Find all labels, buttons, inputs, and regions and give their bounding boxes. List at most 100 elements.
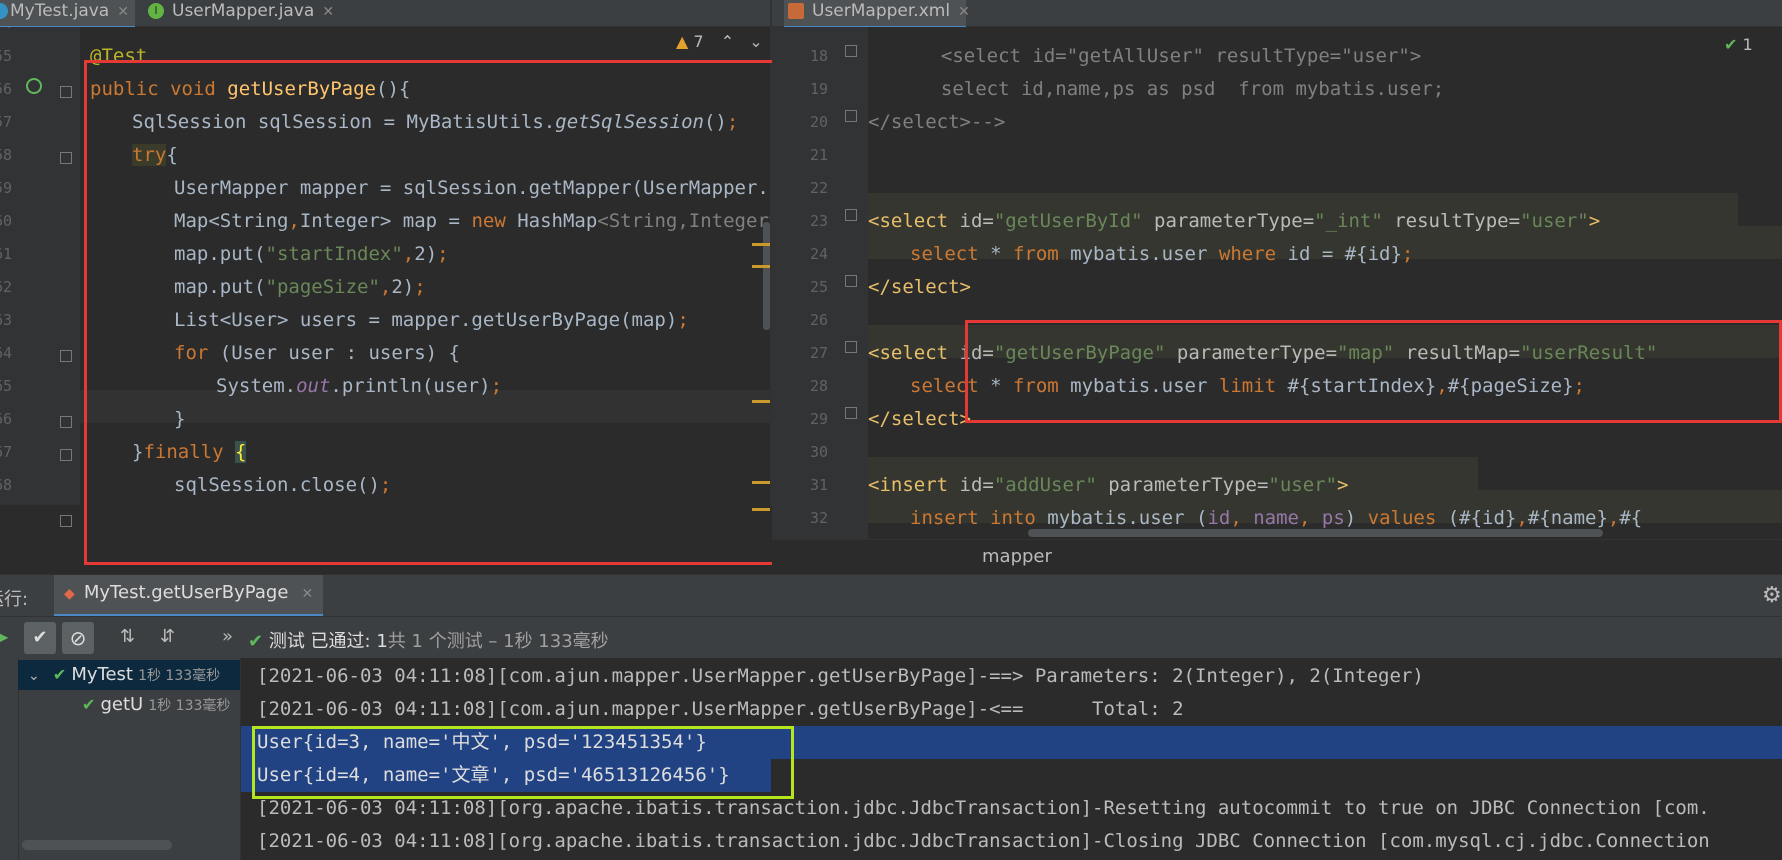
xml-line-18: <select id="getAllUser" resultType="user… [918,45,1422,67]
xml-line-29: </select> [868,408,971,430]
line-number: 32 [809,509,828,527]
fold-marker-icon[interactable] [60,416,72,428]
line-number: 26 [809,311,828,329]
line-number: 66 [0,410,12,428]
line-number: 23 [809,212,828,230]
line-number: 25 [809,278,828,296]
sort-alpha-icon[interactable]: ⇅ [120,626,135,647]
close-icon[interactable]: ✕ [958,4,970,20]
xml-line-24: select * from mybatis.user where id = #{… [910,243,1414,265]
interface-icon: I [148,3,164,19]
console-line: [2021-06-03 04:11:08][org.apache.ibatis.… [257,830,1710,852]
line-number: 55 [0,47,12,65]
passed-icon: ✔ [52,665,67,684]
checkmark-icon: ✔ [248,631,264,652]
tree-scrollbar[interactable] [22,840,172,850]
console-line: [2021-06-03 04:11:08][com.ajun.mapper.Us… [257,665,1424,687]
sort-duration-icon[interactable]: ⇵ [160,626,175,647]
line-number: 27 [809,344,828,362]
xml-line-23: <select id="getUserById" parameterType="… [868,210,1601,232]
passed-icon: ✔ [82,695,96,714]
line-number: 63 [0,311,12,329]
left-gutter: 5455565758596061626364656667686970 [0,27,80,505]
line-number: 64 [0,344,12,362]
tab-mytest-java[interactable]: MyTest.java ✕ [0,0,135,29]
fold-marker-icon[interactable] [845,275,857,287]
fold-marker-icon[interactable] [60,515,72,527]
close-icon[interactable]: ✕ [322,4,334,20]
right-editor[interactable]: <select id="getAllUser" resultType="user… [868,27,1782,539]
run-test-icon[interactable] [26,78,42,94]
fold-marker-icon[interactable] [845,110,857,122]
close-icon[interactable]: ✕ [117,4,129,20]
line-number: 68 [0,476,12,494]
line-number: 21 [809,146,828,164]
tab-usermapper-xml[interactable]: UserMapper.xml ✕ [784,0,970,29]
test-tree: ⌄ ✔ MyTest 1秒 133毫秒 ✔ getU 1秒 133毫秒 [0,658,241,860]
fold-marker-icon[interactable] [60,152,72,164]
fold-marker-icon[interactable] [60,449,72,461]
checkmark-icon: ✔ [32,627,48,648]
line-number: 18 [809,47,828,65]
line-number: 57 [0,113,12,131]
tree-sidebar-strip [0,658,19,860]
test-status: ✔ 测试 已通过: 1共 1 个测试 – 1秒 133毫秒 [248,631,609,652]
line-number: 56 [0,80,12,98]
annotation-box-left [84,60,852,565]
tab-usermapper-java[interactable]: I UserMapper.java ✕ [148,0,338,26]
fold-marker-icon[interactable] [845,209,857,221]
run-toolbar: ▶ ✔ ⊘ ⇅ ⇵ » ✔ 测试 已通过: 1共 1 个测试 – 1秒 133毫… [0,616,1782,659]
annotation-box-output [252,726,794,799]
run-tool-window-header: 运行: ◆ MyTest.getUserByPage ✕ ⚙ [0,574,1782,617]
java-class-icon [0,3,8,19]
fold-marker-icon[interactable] [60,350,72,362]
console-line: [2021-06-03 04:11:08][com.ajun.mapper.Us… [257,698,1184,720]
more-actions-icon[interactable]: » [222,626,233,647]
show-passed-toggle[interactable]: ✔ [24,622,56,654]
chevron-up-icon[interactable]: ⌃ [721,32,734,51]
fold-marker-icon[interactable] [845,407,857,419]
ignore-icon: ⊘ [69,626,87,650]
close-icon[interactable]: ✕ [301,586,313,602]
left-tab-bar: MyTest.java ✕ I UserMapper.java ✕ [0,0,770,29]
line-number: 67 [0,443,12,461]
line-number: 31 [809,476,828,494]
inspection-ok-widget[interactable]: ✔ 1 [1724,35,1753,54]
line-number: 22 [809,179,828,197]
tree-item-mytest[interactable]: ⌄ ✔ MyTest 1秒 133毫秒 [18,660,240,690]
fold-marker-icon[interactable] [845,45,857,57]
fold-marker-icon[interactable] [60,86,72,98]
line-number: 61 [0,245,12,263]
line-number: 65 [0,377,12,395]
line-number: 30 [809,443,828,461]
line-number: 20 [809,113,828,131]
fold-marker-icon[interactable] [845,341,857,353]
junit-icon: ◆ [64,586,75,602]
gear-icon[interactable]: ⚙ [1762,583,1782,608]
line-number: 29 [809,410,828,428]
line-number: 58 [0,146,12,164]
right-tab-bar: UserMapper.xml ✕ [772,0,1782,29]
show-ignored-toggle[interactable]: ⊘ [62,622,94,654]
run-tab[interactable]: ◆ MyTest.getUserByPage ✕ [54,575,324,617]
tree-item-getuserbypage[interactable]: ✔ getU 1秒 133毫秒 [18,690,240,720]
xml-line-25: </select> [868,276,971,298]
line-number: 54 [0,27,12,40]
xml-line-19: select id,name,ps as psd from mybatis.us… [918,78,1445,100]
chevron-down-icon[interactable]: ⌄ [28,668,40,684]
xml-line-31: <insert id="addUser" parameterType="user… [868,474,1349,496]
line-number: 59 [0,179,12,197]
line-number: 28 [809,377,828,395]
line-number: 60 [0,212,12,230]
warning-icon: ▲ [676,32,689,51]
line-number: 19 [809,80,828,98]
horizontal-scrollbar[interactable] [1028,529,1603,537]
line-number: 62 [0,278,12,296]
xml-line-20: </select>--> [868,111,1006,133]
breadcrumb[interactable]: mapper [982,546,1052,567]
run-label: 运行: [0,589,29,610]
rerun-icon[interactable]: ▶ [0,627,8,646]
checkmark-icon: ✔ [1724,35,1738,54]
inspection-widget[interactable]: ▲ 7 ⌃ ⌄ [676,32,763,51]
chevron-down-icon[interactable]: ⌄ [749,32,762,51]
